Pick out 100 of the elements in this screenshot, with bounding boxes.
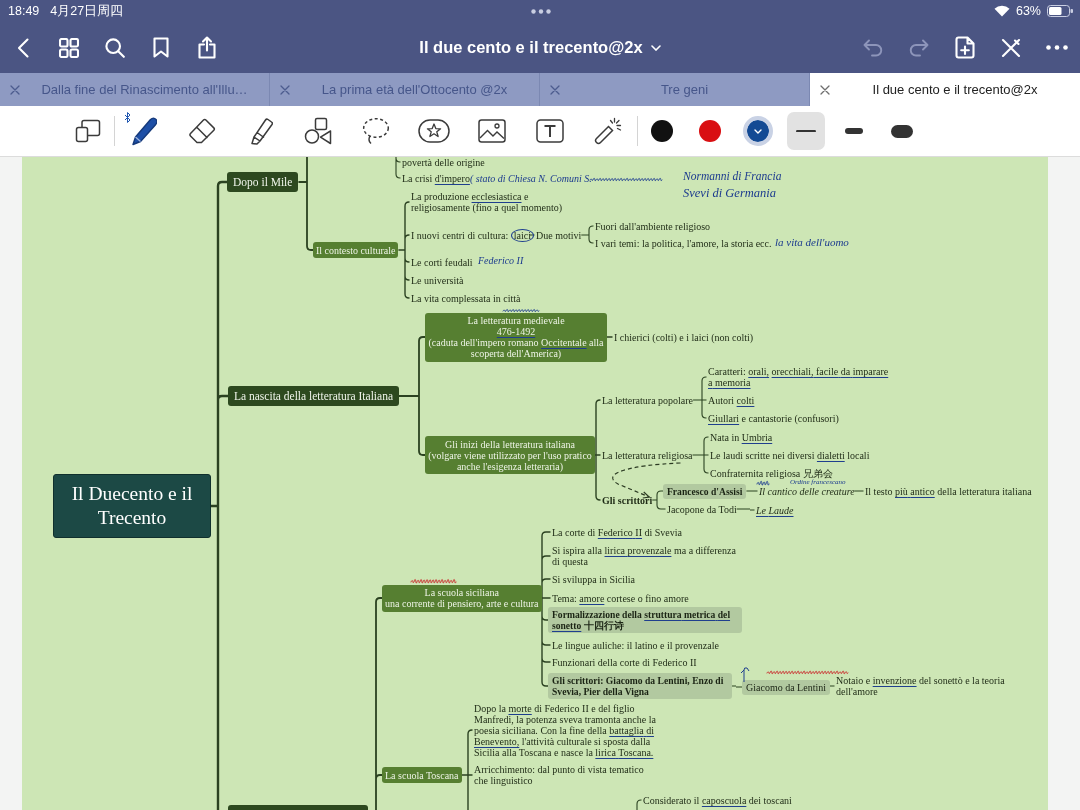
topic-text: Arricchimento: dal punto di vista tematico che linguistico (474, 764, 645, 786)
connector-line (854, 490, 865, 492)
more-icon[interactable] (1046, 45, 1068, 50)
topic-node: La letteratura medievale 476-1492 (caduta dell'impero romano Occitentale alla scoperta dell'America) (425, 312, 607, 362)
cross-icon[interactable] (1001, 37, 1021, 58)
pen-icon[interactable] (131, 116, 157, 146)
topic-text: Giullari e cantastorie (confusori) (708, 412, 839, 424)
topic-text: Considerato il caposcuola dei toscani (643, 794, 792, 806)
topic-text: Il testo più antico della letteratura italiana (865, 485, 1032, 497)
handwriting-scribble (756, 480, 770, 486)
topic-node: Gli inizi della letteratura italiana (volgare viene utilizzato per l'uso pratico anche l'esigenza letteraria) (425, 436, 595, 474)
topic-text: I nuovi centri di cultura: laici (411, 229, 534, 241)
tab[interactable]: Tre geni (540, 73, 810, 106)
connector-line (651, 490, 667, 510)
topic-text: povertà delle origine (402, 157, 485, 168)
connector-line (691, 436, 710, 474)
tab[interactable]: La prima età dell'Ottocento @2x (270, 73, 540, 106)
topic-text: La vita complessata in città (411, 292, 521, 304)
topic-text: Caratteri: orali, orecchiali, facile da imparare a memoria (708, 366, 890, 388)
close-icon[interactable] (820, 84, 830, 95)
topic-text: Funzionari della corte di Federico II (552, 656, 697, 668)
topic-node: La nascita della letteratura Italiana (228, 386, 399, 406)
connector-line (395, 157, 402, 179)
sticker-icon[interactable] (418, 119, 450, 143)
ellipsis-icon[interactable] (530, 8, 551, 14)
color-swatch[interactable] (651, 120, 673, 142)
color-swatch[interactable] (699, 120, 721, 142)
topic-text: Autori colti (708, 394, 755, 406)
back-icon[interactable] (17, 37, 29, 58)
lasso-icon[interactable] (362, 117, 390, 145)
eraser-icon[interactable] (188, 118, 216, 144)
topic-node: Il contesto culturale (313, 242, 399, 258)
topic-text: Notaio e invenzione del sonettò e la teoria dell'amore (836, 675, 1006, 697)
topic-text: Le università (411, 274, 464, 286)
topic-text: Confraternita religiosa 兄弟会 (710, 467, 833, 479)
search-icon[interactable] (105, 37, 125, 58)
add-page-icon[interactable] (955, 36, 975, 59)
connector-line (580, 225, 595, 244)
topic-text: Si ispira alla lirica provenzale ma a differenza di questa (552, 545, 736, 567)
handwriting-scribble (502, 309, 540, 313)
topic-text: Jacopone da Todi (667, 503, 737, 515)
battery-icon (1047, 5, 1073, 17)
ink-arrow (740, 667, 750, 683)
connector-line (692, 376, 708, 419)
topic-text: I chierici (colti) e i laici (non colti) (614, 331, 754, 343)
topic-text: Due motivi (536, 229, 582, 241)
color-swatch[interactable] (743, 116, 773, 146)
topic-text: La produzione ecclesiastica e religiosamente (fino a quel momento) (411, 191, 563, 213)
topic-node: Gli scrittori: Giacomo da Lentini, Enzo di Svevia, Pier della Vigna (548, 673, 732, 699)
topic-text: La letteratura popolare (602, 394, 694, 406)
connector-line (829, 685, 836, 688)
topic-text: Fuori dall'ambiente religioso (595, 220, 711, 232)
stroke-width-button[interactable] (787, 112, 825, 150)
topic-node: Formalizzazione della struttura metrica del sonetto 十四行诗 (548, 607, 742, 633)
stroke-line-icon[interactable] (796, 129, 816, 133)
connector-line (606, 336, 614, 338)
topic-text: Le lingue auliche: il latino e il provenzale (552, 639, 719, 651)
topic-node: La scuola siciliana una corrente di pensiero, arte e cultura (382, 584, 542, 612)
grid-icon[interactable] (59, 37, 79, 58)
document-title[interactable]: Il due cento e il trecento@2x (419, 38, 643, 57)
laser-pointer-icon[interactable] (594, 117, 622, 145)
handwritten-note: Svevi di Germania (683, 186, 777, 200)
tablet-icon[interactable] (75, 119, 101, 143)
central-topic: Il Duecento e il Trecento (53, 474, 211, 538)
topic-text: La corte di Federico II di Svevia (552, 526, 682, 538)
handwritten-note: Federico II (478, 256, 524, 266)
connector-line (529, 234, 536, 236)
chevron-down-icon[interactable] (754, 128, 762, 134)
topic-text: La letteratura religiosa (602, 449, 693, 461)
topic-node: Francesco d'Assisi (663, 483, 747, 499)
shapes-icon[interactable] (304, 117, 332, 145)
topic-node: Dopo il Mile (227, 172, 299, 192)
share-icon[interactable] (198, 36, 216, 59)
status-date: 4月27日周四 (50, 2, 124, 20)
connector-line (636, 799, 643, 810)
image-icon[interactable] (478, 119, 506, 143)
connector-line (745, 490, 759, 492)
text-box-icon[interactable] (536, 119, 564, 143)
handwritten-note: la vita dell'uomo (775, 236, 849, 248)
topic-text: Il cantico delle creature (759, 485, 855, 497)
battery-percentage: 63% (1015, 4, 1041, 18)
bookmark-icon[interactable] (153, 37, 169, 58)
topic-node: La scuola Toscana (382, 767, 462, 783)
topic-text: Le Laude (756, 504, 794, 516)
topic-text: Nata in Umbria (710, 431, 773, 443)
topic-text: Le corti feudali (411, 256, 473, 268)
topic-text: Dopo la morte di Federico II e del figlio Manfredi, la potenza sveva tramonta anche la poesia siciliana. Con la fine della battaglia di Benevento, l'attività culturale si sposta dalla Sicilia alla Toscana e nasce la lirica Toscana. (474, 702, 657, 758)
topic-node: Giacomo da Lentini (742, 679, 830, 695)
handwritten-note: Normanni di Francia (683, 171, 782, 183)
handwriting-scribble (410, 579, 457, 584)
topic-text: Si sviluppa in Sicilia (552, 573, 636, 585)
connector-line (736, 508, 756, 511)
topic-text: I vari temi: la politica, l'amore, la storia ecc. (595, 237, 772, 249)
handwritten-note: ( stato di Chiesa N. Comuni S. (470, 174, 592, 184)
chevron-down-icon[interactable] (650, 44, 661, 51)
bluetooth-icon (124, 112, 131, 123)
topic-text: Tema: amore cortese o fino amore (552, 592, 689, 604)
topic-text: Le laudi scritte nei diversi dialetti locali (710, 449, 870, 461)
tab[interactable]: Dalla fine del Rinascimento all'Illu… (0, 73, 270, 106)
wifi-icon (993, 5, 1010, 17)
